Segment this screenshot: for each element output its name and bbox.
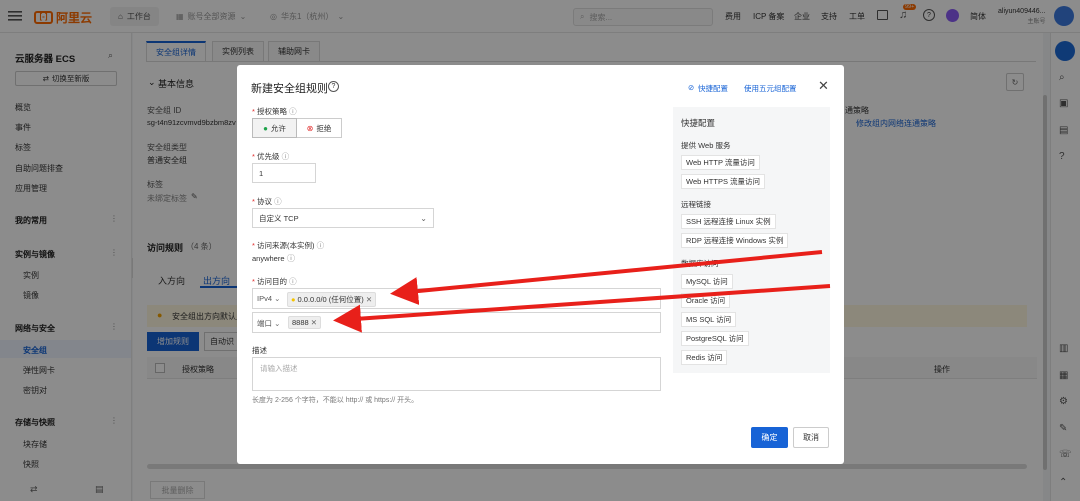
arrow-to-destination bbox=[390, 250, 823, 306]
annotation-arrows bbox=[333, 250, 831, 333]
